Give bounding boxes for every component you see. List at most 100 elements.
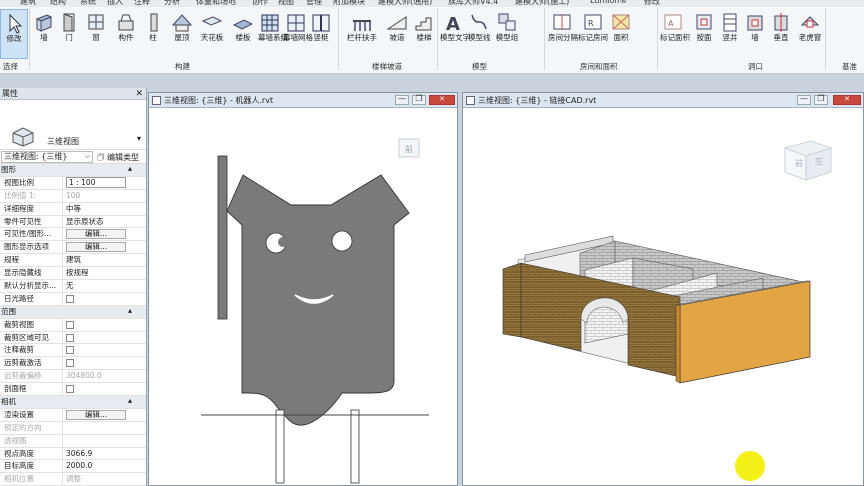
property-value[interactable]: 按规程 [66,268,89,277]
ribbon-tab[interactable]: 插入 [107,0,123,7]
opening-wall-button[interactable]: 墙 [744,9,766,59]
column-button[interactable]: 柱 [143,9,163,59]
mullion-button[interactable]: 竖梃 [310,9,332,59]
property-row: 比例值 1: 100 [0,189,146,203]
model-text-button[interactable]: A 模型文字 [440,9,470,59]
property-key: 裁剪区域可见 [4,332,49,342]
ribbon-tab[interactable]: 管理 [306,0,322,7]
property-value[interactable]: 无 [66,281,74,290]
property-value[interactable]: 中等 [66,204,81,213]
robot-model-canvas[interactable]: 前 [149,93,458,486]
curtain-grid-button[interactable]: 幕墙网格 [283,9,313,59]
window-button[interactable]: 窗 [84,9,108,59]
viewcube[interactable]: 前 左 [783,140,833,181]
by-face-label: 按面 [696,33,712,42]
property-checkbox[interactable] [66,320,74,329]
panel-label-select[interactable]: 选择 [3,61,18,72]
area-button[interactable]: 面积 [608,9,634,59]
dormer-icon [800,16,820,28]
ramp-button[interactable]: 坡道 [385,9,409,59]
close-icon[interactable]: ✕ [135,88,143,100]
dormer-button[interactable]: 老虎窗 [794,9,826,59]
3d-view-icon [12,127,34,147]
ceiling-button[interactable]: 天花板 [198,9,226,59]
view-window-robot[interactable]: 三维视图: {三维} - 机器人.rvt — ❐ ✕ 前 [148,92,458,486]
instance-selector[interactable]: 三维视图: {三维} [1,151,93,163]
panel-label-room-area[interactable]: 房间和面积 [580,61,618,72]
vertical-button[interactable]: 垂直 [768,9,794,59]
property-edit-button[interactable]: 编辑... [66,409,126,420]
viewcube[interactable]: 前 [398,138,420,158]
collapse-icon[interactable]: ▴ [128,163,132,175]
ribbon-tab[interactable]: 注释 [134,0,150,7]
tag-area-label: 标记面积 [660,33,690,42]
property-checkbox[interactable] [66,346,74,355]
ribbon-tab[interactable]: 建筑 [20,0,36,7]
ribbon-tab[interactable]: 修改 [644,0,660,7]
panel-label-circulation[interactable]: 楼梯坡道 [372,61,402,72]
property-key: 日光路径 [4,293,34,303]
property-checkbox[interactable] [66,333,74,342]
property-section[interactable]: 范围 ▴ [0,305,146,319]
section-title: 范围 [1,306,16,316]
property-key: 渲染设置 [4,409,34,419]
property-edit-button[interactable]: 编辑... [66,242,126,253]
tag-room-button[interactable]: R 标记房间 [578,9,608,59]
property-value[interactable]: 显示原状态 [66,217,104,226]
type-selector[interactable]: 三维视图 ▾ [0,100,146,150]
ribbon-tab[interactable]: 结构 [50,0,66,7]
ribbon-tab[interactable]: 建模大师(施工) [515,0,569,7]
property-edit-button[interactable]: 编辑... [66,229,126,240]
properties-grid: 图形 ▴ 视图比例 1 : 100 比例值 1: 100 详细程度 中等 零件可见性 显示原状态可… [0,164,146,486]
property-section[interactable]: 相机 ▴ [0,396,146,409]
railing-button[interactable]: 栏杆扶手 [342,9,382,59]
property-checkbox[interactable] [66,359,74,368]
stair-icon [415,17,432,31]
property-value[interactable]: 2000.0 [66,461,92,470]
property-input[interactable]: 1 : 100 [66,176,126,188]
ribbon-tab[interactable]: 体量和场地 [196,0,236,7]
chevron-down-icon[interactable]: ▾ [137,134,141,143]
building-model-canvas[interactable]: 前 左 [463,93,864,486]
door-button[interactable]: 门 [58,9,80,59]
curtain-system-icon [261,14,279,32]
panel-label-build[interactable]: 构建 [175,61,190,72]
panel-label-datum[interactable]: 基准 [842,61,857,72]
property-section[interactable]: 图形 ▴ [0,164,146,177]
property-value[interactable]: 3066.9 [66,449,92,458]
ribbon-tab[interactable]: 视图 [278,0,294,7]
ribbon-tab[interactable]: Lumion® [590,0,627,5]
collapse-icon[interactable]: ▴ [128,395,132,407]
modify-button[interactable]: 修改 [0,9,28,59]
property-checkbox[interactable] [66,385,74,394]
property-key: 详细程度 [4,203,34,213]
property-row: 相机位置 调整 [0,473,146,486]
ribbon-tab[interactable]: 协作 [252,0,268,7]
room-separator-button[interactable]: 房间分隔 [548,9,578,59]
curtain-system-button[interactable]: 幕墙系统 [258,9,288,59]
component-button[interactable]: 构件 [112,9,140,59]
tag-area-button[interactable]: A 标记面积 [660,9,690,59]
ribbon-tab[interactable]: 分析 [164,0,180,7]
property-row: 剖面框 [0,383,146,397]
shaft-button[interactable]: 竖井 [718,9,742,59]
floor-button[interactable]: 楼板 [228,9,258,59]
ribbon-tab[interactable]: 建模大师(通用) [378,0,432,7]
property-value[interactable]: 建筑 [66,255,81,264]
collapse-icon[interactable]: ▴ [128,305,132,317]
stair-button[interactable]: 楼梯 [410,9,438,59]
panel-label-model[interactable]: 模型 [472,61,487,72]
ribbon-tab[interactable]: 附加模块 [333,0,365,7]
panel-label-opening[interactable]: 洞口 [748,61,763,72]
ribbon-tab[interactable]: 系统 [80,0,96,7]
area-icon [612,14,630,30]
property-checkbox[interactable] [66,294,74,303]
roof-button[interactable]: 屋顶 [168,9,196,59]
model-line-button[interactable]: 模型线 [468,9,491,59]
ribbon-tab-bar: 建筑 结构 系统 插入 注释 分析 体量和场地 协作 视图 管理 附加模块 建模大师(通用) 族库大师V… [0,0,864,7]
ribbon-tab[interactable]: 族库大师V4.4 [448,0,498,7]
view-window-building[interactable]: 三维视图: {三维} - 链接CAD.rvt — ❐ ✕ 前 左 [462,92,864,486]
model-group-button[interactable]: 模型组 [494,9,520,59]
by-face-button[interactable]: 按面 [692,9,716,59]
wall-button[interactable]: 墙 [31,9,57,59]
